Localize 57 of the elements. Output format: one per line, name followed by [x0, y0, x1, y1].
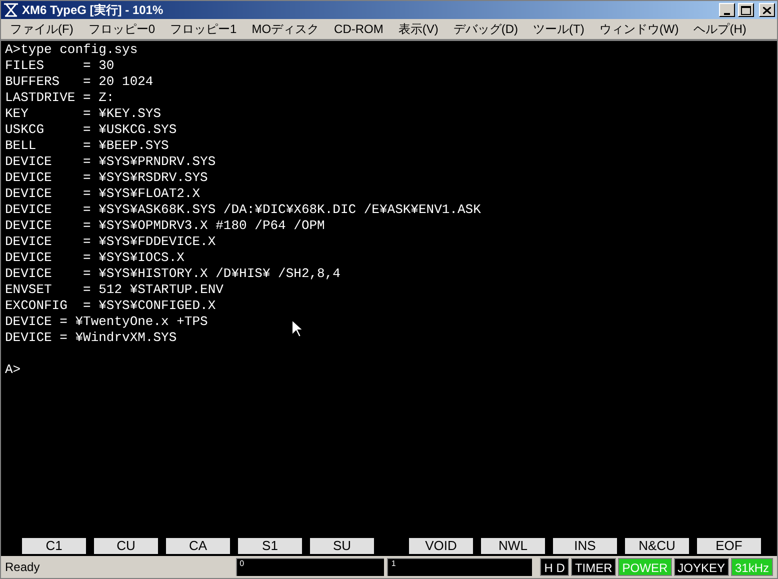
status-indicator: TIMER [570, 558, 616, 576]
terminal-line: EXCONFIG = ¥SYS¥CONFIGED.X [5, 298, 216, 314]
maximize-icon [741, 6, 751, 14]
terminal-line: DEVICE = ¥WindrvXM.SYS [5, 330, 177, 346]
terminal-line: DEVICE = ¥SYS¥RSDRV.SYS [5, 170, 208, 186]
app-icon [3, 3, 19, 17]
menu-item[interactable]: デバッグ(D) [448, 20, 524, 38]
function-key-label: C1 [22, 538, 86, 554]
menu-item[interactable]: 表示(V) [393, 20, 444, 38]
function-key-label: CA [166, 538, 230, 554]
mouse-cursor-icon [291, 319, 303, 338]
function-key-label: INS [553, 538, 617, 554]
terminal-line: BUFFERS = 20 1024 [5, 74, 154, 90]
function-key-label: N&CU [625, 538, 689, 554]
menu-item[interactable]: ファイル(F) [5, 20, 78, 38]
close-button[interactable] [759, 3, 775, 17]
menu-item[interactable]: ツール(T) [528, 20, 590, 38]
function-key-label: EOF [697, 538, 761, 554]
function-key-label: CU [94, 538, 158, 554]
function-key-label: NWL [481, 538, 545, 554]
terminal-line: FILES = 30 [5, 58, 114, 74]
terminal-line: DEVICE = ¥SYS¥FDDEVICE.X [5, 234, 216, 250]
status-indicator: JOYKEY [674, 558, 729, 576]
window-title: XM6 TypeG [実行] - 101% [22, 2, 164, 19]
menu-item[interactable]: CD-ROM [329, 20, 388, 38]
command-prompt: A> [5, 362, 21, 378]
menu-item[interactable]: フロッピー1 [165, 20, 242, 38]
terminal-line: KEY = ¥KEY.SYS [5, 106, 162, 122]
terminal-line: ENVSET = 512 ¥STARTUP.ENV [5, 282, 224, 298]
menu-item[interactable]: ヘルプ(H) [688, 20, 752, 38]
status-message: Ready [5, 559, 41, 576]
drive-status-field: 1 [387, 558, 532, 576]
terminal-line: LASTDRIVE = Z: [5, 90, 114, 106]
terminal-line: USKCG = ¥USKCG.SYS [5, 122, 177, 138]
terminal-line: DEVICE = ¥SYS¥ASK68K.SYS /DA:¥DIC¥X68K.DIC /E¥ASK¥ENV1.ASK [5, 202, 481, 218]
drive-status-field: 0 [236, 558, 384, 576]
terminal-line: DEVICE = ¥SYS¥FLOAT2.X [5, 186, 200, 202]
terminal-line: DEVICE = ¥SYS¥IOCS.X [5, 250, 184, 266]
minimize-icon [723, 12, 731, 16]
terminal-line: A>type config.sys [5, 42, 138, 58]
menu-item[interactable]: MOディスク [246, 20, 324, 38]
minimize-button[interactable] [719, 3, 735, 17]
terminal-line: DEVICE = ¥SYS¥HISTORY.X /D¥HIS¥ /SH2,8,4 [5, 266, 340, 282]
terminal-line: DEVICE = ¥TwentyOne.x +TPS [5, 314, 208, 330]
terminal-line: BELL = ¥BEEP.SYS [5, 138, 169, 154]
function-key-label: VOID [409, 538, 473, 554]
status-indicator: H D [540, 558, 569, 576]
menu-item[interactable]: ウィンドウ(W) [594, 20, 684, 38]
terminal-line: DEVICE = ¥SYS¥PRNDRV.SYS [5, 154, 216, 170]
status-indicator: POWER [618, 558, 672, 576]
function-key-label: SU [310, 538, 374, 554]
maximize-button[interactable] [738, 3, 754, 17]
function-key-label: S1 [238, 538, 302, 554]
terminal-line: DEVICE = ¥SYS¥OPMDRV3.X #180 /P64 /OPM [5, 218, 325, 234]
status-indicator: 31kHz [730, 558, 773, 576]
menu-item[interactable]: フロッピー0 [83, 20, 160, 38]
close-icon [763, 6, 771, 14]
